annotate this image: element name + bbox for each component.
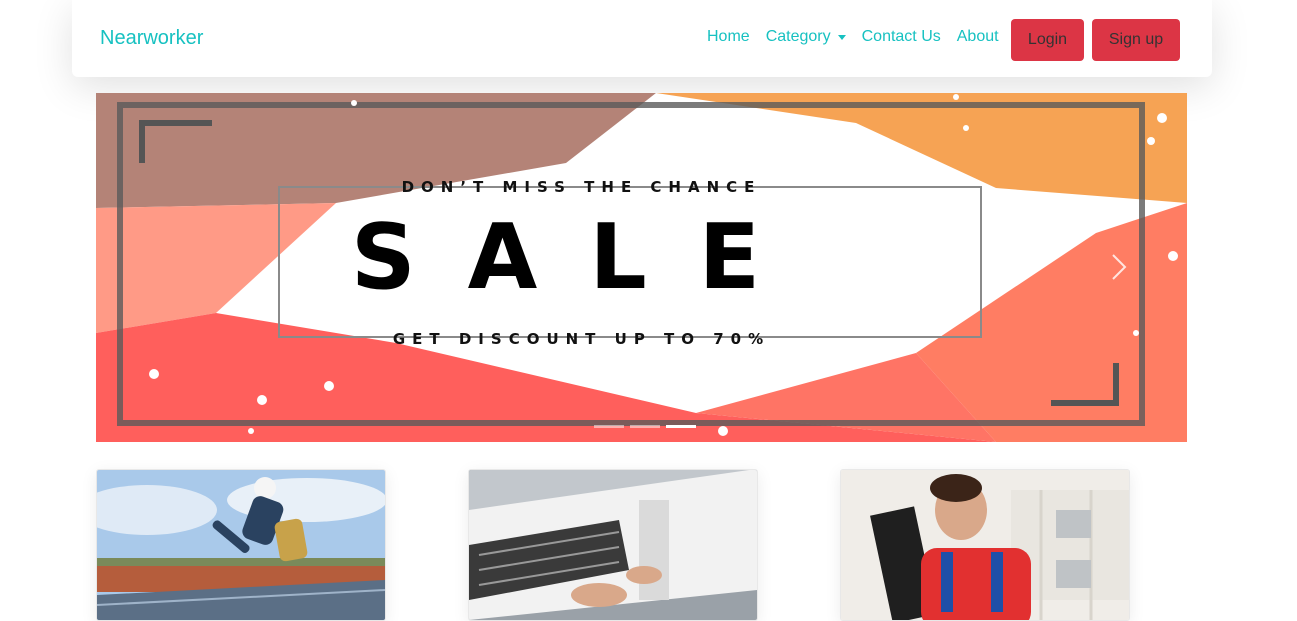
nav-about[interactable]: About bbox=[957, 28, 999, 46]
carousel-indicator-3[interactable] bbox=[666, 425, 696, 428]
login-button[interactable]: Login bbox=[1011, 19, 1084, 61]
service-card-tv-repair[interactable] bbox=[840, 469, 1130, 621]
sale-top-text: DON’T MISS THE CHANCE bbox=[401, 178, 762, 196]
carousel-indicators bbox=[591, 425, 699, 428]
worker-on-roof-image bbox=[97, 470, 385, 620]
nav-category-dropdown[interactable]: Category bbox=[766, 28, 846, 46]
carousel-indicator-2[interactable] bbox=[630, 425, 660, 428]
signup-button[interactable]: Sign up bbox=[1092, 19, 1180, 61]
caret-down-icon bbox=[837, 34, 846, 40]
carousel: DON’T MISS THE CHANCE SALE GET DISCOUNT … bbox=[96, 93, 1187, 442]
nav-contact-us[interactable]: Contact Us bbox=[862, 28, 941, 46]
nav-home[interactable]: Home bbox=[707, 28, 750, 46]
service-card-roofing[interactable] bbox=[96, 469, 386, 621]
service-card-ac-repair[interactable] bbox=[468, 469, 758, 621]
chevron-right-icon[interactable] bbox=[1111, 253, 1127, 281]
carousel-indicator-1[interactable] bbox=[594, 425, 624, 428]
tv-repair-image bbox=[841, 470, 1129, 620]
sale-main-text: SALE bbox=[350, 205, 813, 310]
sale-bottom-text: GET DISCOUNT UP TO 70% bbox=[392, 330, 771, 348]
nav-category-label: Category bbox=[765, 28, 831, 45]
nav-links: Home Category Contact Us About bbox=[707, 28, 1015, 46]
ac-repair-image bbox=[469, 470, 757, 620]
brand-logo[interactable]: Nearworker bbox=[100, 27, 203, 50]
navbar: Nearworker Home Category Contact Us Abou… bbox=[72, 0, 1212, 77]
